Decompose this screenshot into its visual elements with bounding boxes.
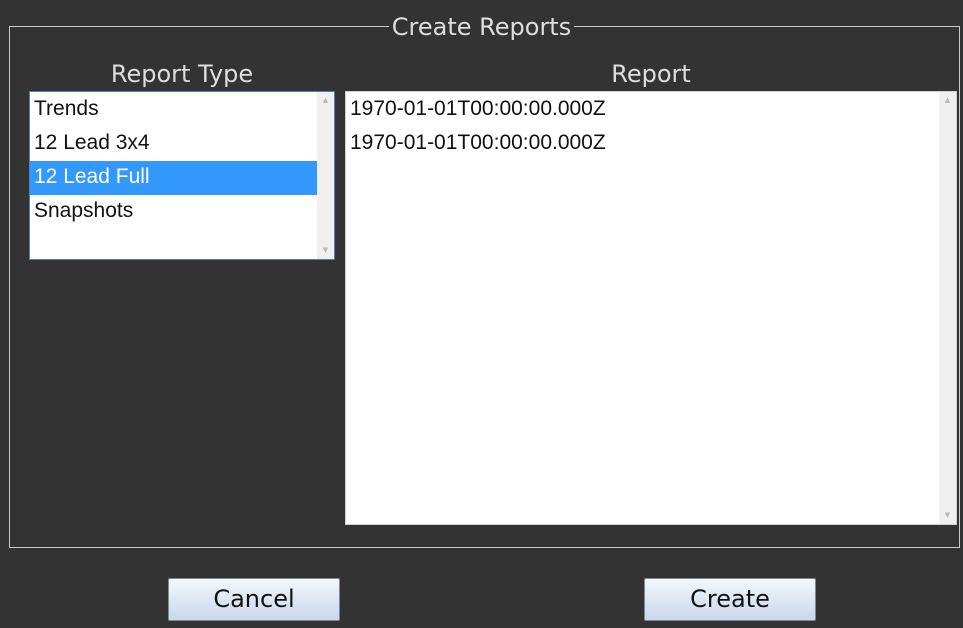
- scroll-up-arrow-icon[interactable]: ▲: [317, 92, 334, 109]
- report-type-item-snapshots[interactable]: Snapshots: [30, 195, 317, 229]
- create-reports-dialog: Create Reports Report Type Trends 12 Lea…: [0, 0, 963, 628]
- report-items: 1970-01-01T00:00:00.000Z 1970-01-01T00:0…: [346, 93, 939, 161]
- cancel-button[interactable]: Cancel: [168, 578, 340, 621]
- dialog-title: Create Reports: [388, 13, 575, 41]
- report-listbox[interactable]: 1970-01-01T00:00:00.000Z 1970-01-01T00:0…: [345, 91, 957, 525]
- report-type-item-12-lead-full[interactable]: 12 Lead Full: [30, 161, 317, 195]
- report-type-items: Trends 12 Lead 3x4 12 Lead Full Snapshot…: [30, 93, 317, 229]
- scroll-down-arrow-icon[interactable]: ▼: [939, 507, 956, 524]
- scroll-down-arrow-icon[interactable]: ▼: [317, 242, 334, 259]
- report-scrollbar[interactable]: ▲ ▼: [939, 92, 956, 524]
- report-item[interactable]: 1970-01-01T00:00:00.000Z: [346, 127, 939, 161]
- report-item[interactable]: 1970-01-01T00:00:00.000Z: [346, 93, 939, 127]
- scroll-up-arrow-icon[interactable]: ▲: [939, 92, 956, 109]
- report-type-listbox[interactable]: Trends 12 Lead 3x4 12 Lead Full Snapshot…: [29, 91, 335, 260]
- dialog-title-container: Create Reports: [0, 13, 963, 43]
- report-type-item-trends[interactable]: Trends: [30, 93, 317, 127]
- create-button[interactable]: Create: [644, 578, 816, 621]
- report-header: Report: [611, 60, 691, 88]
- report-type-item-12-lead-3x4[interactable]: 12 Lead 3x4: [30, 127, 317, 161]
- report-type-header: Report Type: [110, 60, 254, 88]
- report-type-scrollbar[interactable]: ▲ ▼: [317, 92, 334, 259]
